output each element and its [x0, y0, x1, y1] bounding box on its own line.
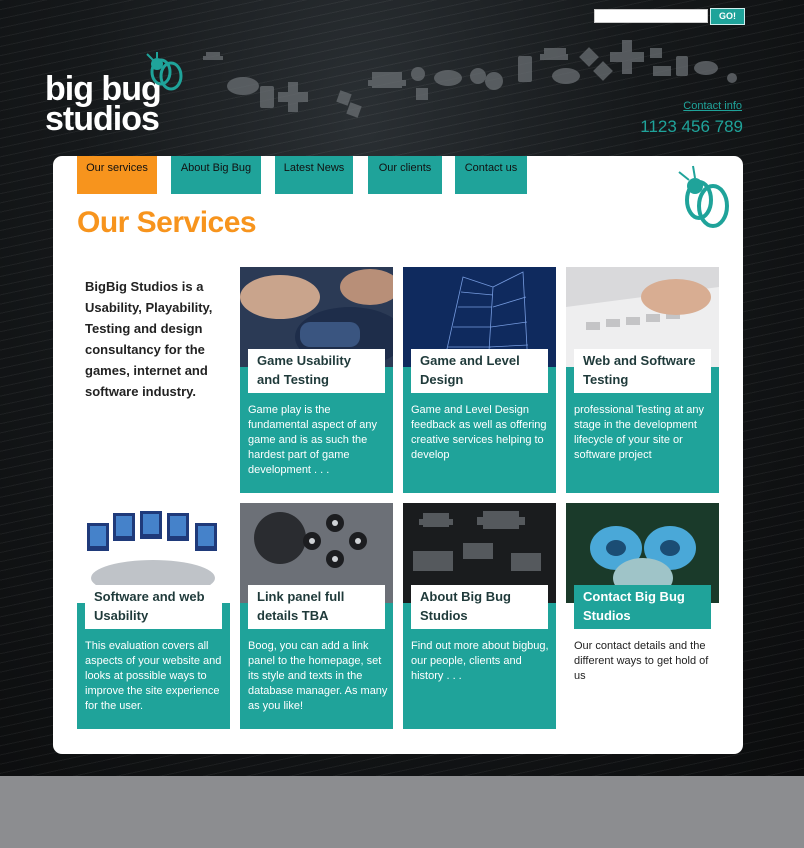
logo-line2: studios [45, 100, 160, 138]
intro-text: BigBig Studios is a Usability, Playabili… [85, 279, 213, 399]
card-title: Web and Software Testing [574, 349, 711, 393]
card-title: Game and Level Design [411, 349, 548, 393]
card-description: Game and Level Design feedback as well a… [411, 404, 547, 461]
tab-our-services[interactable]: Our services [77, 156, 157, 194]
card-description: This evaluation covers all aspects of yo… [85, 640, 222, 712]
service-card-web-testing[interactable]: Web and Software Testing professional Te… [566, 267, 719, 493]
page-title: Our Services [77, 206, 257, 239]
search-go-button[interactable]: GO! [710, 8, 745, 25]
card-title: About Big Bug Studios [411, 585, 548, 629]
service-card-web-usability[interactable]: Software and web Usability This evaluati… [77, 503, 230, 729]
phone-number: 1123 456 789 [640, 117, 743, 136]
card-description: professional Testing at any stage in the… [574, 404, 705, 461]
bug-logo-icon [146, 52, 183, 91]
service-card-level-design[interactable]: Game and Level Design Game and Level Des… [403, 267, 556, 493]
card-description: Boog, you can add a link panel to the ho… [248, 640, 388, 712]
card-description: Find out more about bigbug, our people, … [411, 640, 549, 682]
tab-about-big-bug[interactable]: About Big Bug [171, 156, 261, 194]
tab-our-clients[interactable]: Our clients [368, 156, 442, 194]
service-card-contact[interactable]: Contact Big Bug Studios Our contact deta… [566, 503, 719, 729]
card-description: Our contact details and the different wa… [574, 640, 709, 682]
card-title: Link panel full details TBA [248, 585, 385, 629]
logo[interactable]: big bug studios [45, 72, 162, 138]
card-title: Software and web Usability [85, 585, 222, 629]
tab-latest-news[interactable]: Latest News [275, 156, 353, 194]
content-panel: Our services About Big Bug Latest News O… [53, 156, 743, 754]
card-description: Game play is the fundamental aspect of a… [248, 404, 378, 476]
footer-band [0, 776, 804, 848]
contact-info-link[interactable]: Contact info [683, 100, 742, 112]
bug-mascot-icon [678, 165, 729, 228]
card-title: Contact Big Bug Studios [574, 585, 711, 629]
card-title: Game Usability and Testing [248, 349, 385, 393]
service-card-link-panel[interactable]: Link panel full details TBA Boog, you ca… [240, 503, 393, 729]
service-card-about[interactable]: About Big Bug Studios Find out more abou… [403, 503, 556, 729]
search-input[interactable] [594, 9, 708, 23]
tab-contact-us[interactable]: Contact us [455, 156, 527, 194]
service-card-game-usability[interactable]: Game Usability and Testing Game play is … [240, 267, 393, 493]
